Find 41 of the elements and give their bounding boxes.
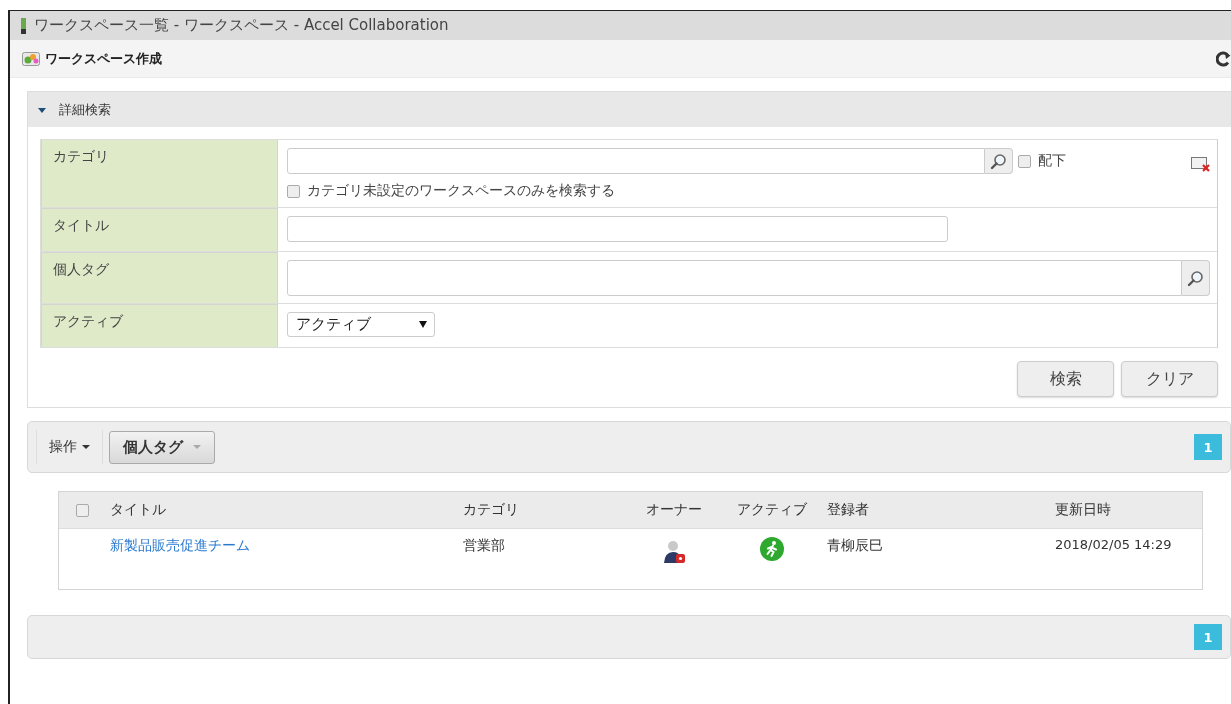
select-all-checkbox[interactable]: [76, 503, 89, 517]
search-icon: [990, 152, 1007, 170]
checkbox[interactable]: [1018, 154, 1031, 168]
column-header: 登録者: [827, 501, 869, 519]
field-label: タイトル: [41, 208, 278, 251]
table-cell: 2018/02/05 14:29: [1055, 537, 1172, 552]
tag-field[interactable]: [287, 260, 1182, 296]
checkbox[interactable]: [287, 184, 300, 198]
column-header: カテゴリ: [463, 501, 519, 519]
column-header: オーナー: [646, 501, 702, 519]
column-header: アクティブ: [737, 501, 807, 519]
search-button[interactable]: [1182, 260, 1210, 296]
button[interactable]: 検索: [1017, 361, 1114, 397]
field-label: アクティブ: [41, 304, 278, 347]
column-header: 更新日時: [1055, 501, 1111, 519]
personal-tag-button[interactable]: 個人タグ: [109, 430, 215, 464]
field-label: カテゴリ: [41, 140, 278, 207]
checkbox-label: 配下: [1038, 152, 1066, 170]
caret-down-icon: [419, 321, 427, 328]
workspace-link[interactable]: 新製品販売促進チーム: [110, 537, 250, 555]
caret-down-icon: [82, 445, 90, 449]
search-button[interactable]: [985, 148, 1013, 174]
table-cell: 青柳辰巳: [827, 537, 883, 555]
caret-down-icon: [193, 445, 201, 449]
title-field[interactable]: [287, 216, 948, 242]
checkbox-label: カテゴリ未設定のワークスペースのみを検索する: [307, 182, 615, 200]
category-field[interactable]: [287, 148, 985, 174]
search-icon: [1187, 269, 1204, 287]
refresh-icon: [1216, 50, 1231, 67]
create-workspace-button[interactable]: ワークスペース作成: [22, 49, 162, 68]
table-cell: 営業部: [463, 537, 505, 555]
active-dropdown[interactable]: アクティブ: [287, 312, 435, 337]
operation-menu-button[interactable]: 操作: [36, 430, 103, 464]
column-header: タイトル: [110, 501, 166, 519]
workspace-icon: [22, 50, 40, 67]
clear-icon: [1191, 156, 1210, 172]
search-panel-header[interactable]: 詳細検索: [28, 92, 1231, 127]
window-title: ワークスペース一覧 - ワークスペース - Accel Collaboration: [34, 16, 449, 35]
app-icon: [21, 17, 26, 34]
button[interactable]: クリア: [1121, 361, 1218, 397]
field-label: 個人タグ: [41, 252, 278, 303]
